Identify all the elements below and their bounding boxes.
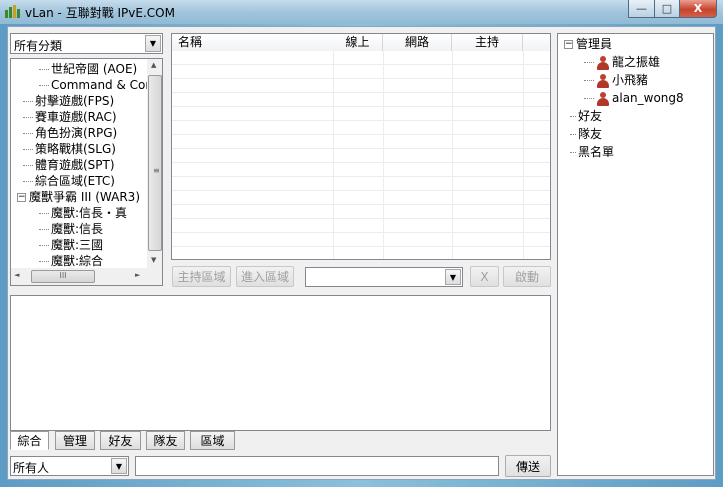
user-icon xyxy=(596,55,610,71)
tree-line xyxy=(39,229,49,230)
chevron-down-icon[interactable]: ▼ xyxy=(111,458,127,474)
column-header[interactable]: 名稱 xyxy=(172,34,334,51)
user-icon xyxy=(596,91,610,107)
tree-line xyxy=(23,101,33,102)
category-item[interactable]: Command & Conque xyxy=(39,77,147,93)
category-tree[interactable]: 世紀帝國 (AOE) Command & Conque 射擊遊戲(FPS) 賽車遊戲(… xyxy=(10,58,163,286)
category-item[interactable]: 綜合區域(ETC) xyxy=(23,173,115,189)
chevron-down-icon[interactable]: ▼ xyxy=(145,35,161,52)
column-header[interactable] xyxy=(523,34,550,51)
category-item[interactable]: 射擊遊戲(FPS) xyxy=(23,93,114,109)
tree-line xyxy=(570,152,576,153)
chat-tab[interactable]: 區域 xyxy=(190,431,235,450)
chat-tab[interactable]: 好友 xyxy=(100,431,141,450)
horizontal-scrollbar[interactable]: ◄ III ► xyxy=(11,268,162,285)
user-group-label: 管理員 xyxy=(576,37,613,51)
window-title: vLan - 互聯對戰 IPvE.COM xyxy=(25,6,175,20)
tree-line xyxy=(23,133,33,134)
tree-line xyxy=(39,213,49,214)
category-item[interactable]: − 魔獸爭霸 III (WAR3) xyxy=(17,189,140,205)
host-room-button[interactable]: 主持區域 xyxy=(172,266,231,287)
user-name: 龍之振雄 xyxy=(612,55,661,69)
category-item[interactable]: 魔獸:三國 xyxy=(39,237,103,253)
app-icon xyxy=(5,5,20,18)
tree-line xyxy=(39,261,49,262)
chevron-down-icon[interactable]: ▼ xyxy=(445,269,461,285)
user-group[interactable]: 好友 xyxy=(570,107,602,125)
room-table[interactable]: 名稱 線上 網路 主持 xyxy=(171,33,551,260)
category-item[interactable]: 世紀帝國 (AOE) xyxy=(39,61,137,77)
collapse-icon[interactable]: − xyxy=(17,193,26,202)
minimize-button[interactable]: — xyxy=(628,0,655,18)
user-group[interactable]: − 管理員 xyxy=(564,35,612,53)
start-button[interactable]: 啟動 xyxy=(503,266,551,287)
tree-line xyxy=(23,117,33,118)
user-group-label: 黑名單 xyxy=(578,145,615,159)
tree-line xyxy=(23,149,33,150)
tree-line xyxy=(584,98,594,99)
maximize-button[interactable]: □ xyxy=(654,0,680,18)
tree-line xyxy=(570,116,576,117)
category-item-label: 魔獸:信長・真 xyxy=(51,206,128,220)
category-item-label: 綜合區域(ETC) xyxy=(35,174,115,188)
chat-target-value: 所有人 xyxy=(13,461,50,475)
chat-tab[interactable]: 管理 xyxy=(55,431,95,450)
chat-tab[interactable]: 隊友 xyxy=(146,431,185,450)
room-select[interactable]: ▼ xyxy=(305,267,463,287)
column-header[interactable]: 主持 xyxy=(452,34,523,51)
user-group-label: 好友 xyxy=(578,109,603,123)
category-item[interactable]: 策略戰棋(SLG) xyxy=(23,141,116,157)
category-select-value: 所有分類 xyxy=(14,39,63,53)
category-item-label: 魔獸爭霸 III (WAR3) xyxy=(29,190,141,204)
chat-tab[interactable]: 綜合 xyxy=(10,431,49,450)
user-name: 小飛豬 xyxy=(612,73,649,87)
user-tree[interactable]: − 管理員 龍之振雄 小飛豬 alan_wong8 好友 隊友 黑名單 xyxy=(557,33,714,476)
user-item[interactable]: alan_wong8 xyxy=(584,89,684,107)
category-item-label: 世紀帝國 (AOE) xyxy=(51,62,138,76)
collapse-icon[interactable]: − xyxy=(564,40,573,49)
category-item-label: 魔獸:綜合 xyxy=(51,254,104,268)
category-item[interactable]: 賽車遊戲(RAC) xyxy=(23,109,117,125)
category-item-label: 體育遊戲(SPT) xyxy=(35,158,115,172)
vertical-scrollbar[interactable]: ▲ ≡ ▼ xyxy=(147,59,162,268)
tree-line xyxy=(584,62,594,63)
user-group[interactable]: 隊友 xyxy=(570,125,602,143)
category-item-label: 魔獸:信長 xyxy=(51,222,104,236)
category-item[interactable]: 角色扮演(RPG) xyxy=(23,125,117,141)
category-item[interactable]: 魔獸:信長・真 xyxy=(39,205,127,221)
user-group[interactable]: 黑名單 xyxy=(570,143,614,161)
chat-target-select[interactable]: 所有人 ▼ xyxy=(10,456,129,476)
tree-line xyxy=(570,134,576,135)
chat-log[interactable] xyxy=(10,295,551,431)
category-item[interactable]: 體育遊戲(SPT) xyxy=(23,157,115,173)
column-header[interactable]: 線上 xyxy=(333,34,383,51)
tree-line xyxy=(23,181,33,182)
category-item-label: 魔獸:三國 xyxy=(51,238,104,252)
clear-button[interactable]: X xyxy=(470,266,499,287)
tree-line xyxy=(39,245,49,246)
column-header[interactable]: 網路 xyxy=(383,34,452,51)
send-button[interactable]: 傳送 xyxy=(505,455,551,477)
category-item[interactable]: 魔獸:信長 xyxy=(39,221,103,237)
category-item-label: 賽車遊戲(RAC) xyxy=(35,110,117,124)
category-item[interactable]: 魔獸:綜合 xyxy=(39,253,103,268)
category-item-label: Command & Conque xyxy=(51,78,147,92)
message-input[interactable] xyxy=(135,456,499,476)
user-item[interactable]: 小飛豬 xyxy=(584,71,648,89)
tree-line xyxy=(584,80,594,81)
user-group-label: 隊友 xyxy=(578,127,603,141)
category-item-label: 角色扮演(RPG) xyxy=(35,126,118,140)
user-icon xyxy=(596,73,610,89)
tree-line xyxy=(23,165,33,166)
close-button[interactable]: X xyxy=(679,0,717,18)
category-item-label: 射擊遊戲(FPS) xyxy=(35,94,115,108)
category-item-label: 策略戰棋(SLG) xyxy=(35,142,116,156)
user-name: alan_wong8 xyxy=(612,91,684,105)
enter-room-button[interactable]: 進入區域 xyxy=(236,266,294,287)
user-item[interactable]: 龍之振雄 xyxy=(584,53,660,71)
tree-line xyxy=(39,69,49,70)
tree-line xyxy=(39,85,49,86)
category-select[interactable]: 所有分類 ▼ xyxy=(10,33,163,54)
